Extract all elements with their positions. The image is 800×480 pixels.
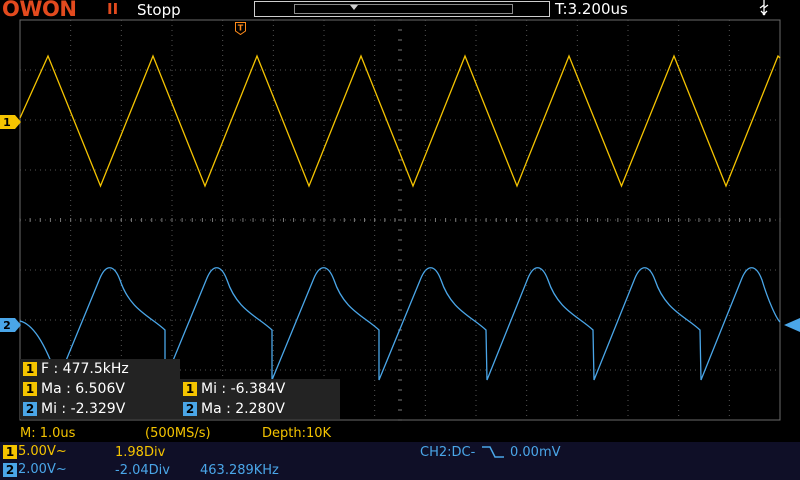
falling-edge-icon <box>482 445 504 463</box>
ch1-offset: 1.98Div <box>115 445 166 460</box>
svg-text:2: 2 <box>3 319 11 332</box>
measurement-ch1-min: 1 Mi : -6.384V <box>180 379 340 399</box>
ch2-offset: -2.04Div <box>115 463 170 478</box>
ch2-badge: 2 <box>23 402 37 416</box>
trigger-level: 0.00mV <box>510 445 561 460</box>
ch1-badge: 1 <box>23 382 37 396</box>
measurement-ch2-min: 2 Mi : -2.329V <box>20 399 180 419</box>
ch2-volts-div[interactable]: 2 2.00V~ <box>3 462 67 477</box>
measurement-ch2-max: 2 Ma : 2.280V <box>180 399 340 419</box>
ch2-badge: 2 <box>183 402 197 416</box>
ch2-badge: 2 <box>3 462 17 477</box>
ch1-badge: 1 <box>3 444 17 459</box>
main-timebase[interactable]: M: 1.0us <box>20 426 75 441</box>
ch1-volts-div[interactable]: 1 5.00V~ <box>3 444 67 459</box>
svg-text:T: T <box>238 24 244 33</box>
ch2-offset-marker[interactable]: 2 <box>0 317 21 332</box>
channel-info-bar: 1 5.00V~ 1.98Div 2 2.00V~ -2.04Div 463.289… <box>0 442 800 480</box>
memory-depth[interactable]: Depth:10K <box>262 426 331 441</box>
ch1-waveform <box>19 54 781 188</box>
trigger-level-marker[interactable] <box>784 317 800 332</box>
acquisition-status-line: M: 1.0us (500MS/s) Depth:10K <box>0 424 800 442</box>
ch2-frequency: 463.289KHz <box>200 463 279 478</box>
svg-text:1: 1 <box>3 116 11 129</box>
measurement-ch1-max: 1 Ma : 6.506V <box>20 379 180 399</box>
sample-rate: (500MS/s) <box>145 426 211 441</box>
ch1-badge: 1 <box>23 362 37 376</box>
measurement-panel: 1F : 477.5kHz 1 Ma : 6.506V 1 Mi : -6.384V… <box>20 359 340 420</box>
ch1-badge: 1 <box>183 382 197 396</box>
trigger-source[interactable]: CH2:DC- <box>420 445 475 460</box>
ch1-offset-marker[interactable]: 1 <box>0 114 21 129</box>
trigger-marker-icon[interactable]: T <box>235 20 246 36</box>
measurement-ch1-freq: 1F : 477.5kHz <box>20 359 180 379</box>
